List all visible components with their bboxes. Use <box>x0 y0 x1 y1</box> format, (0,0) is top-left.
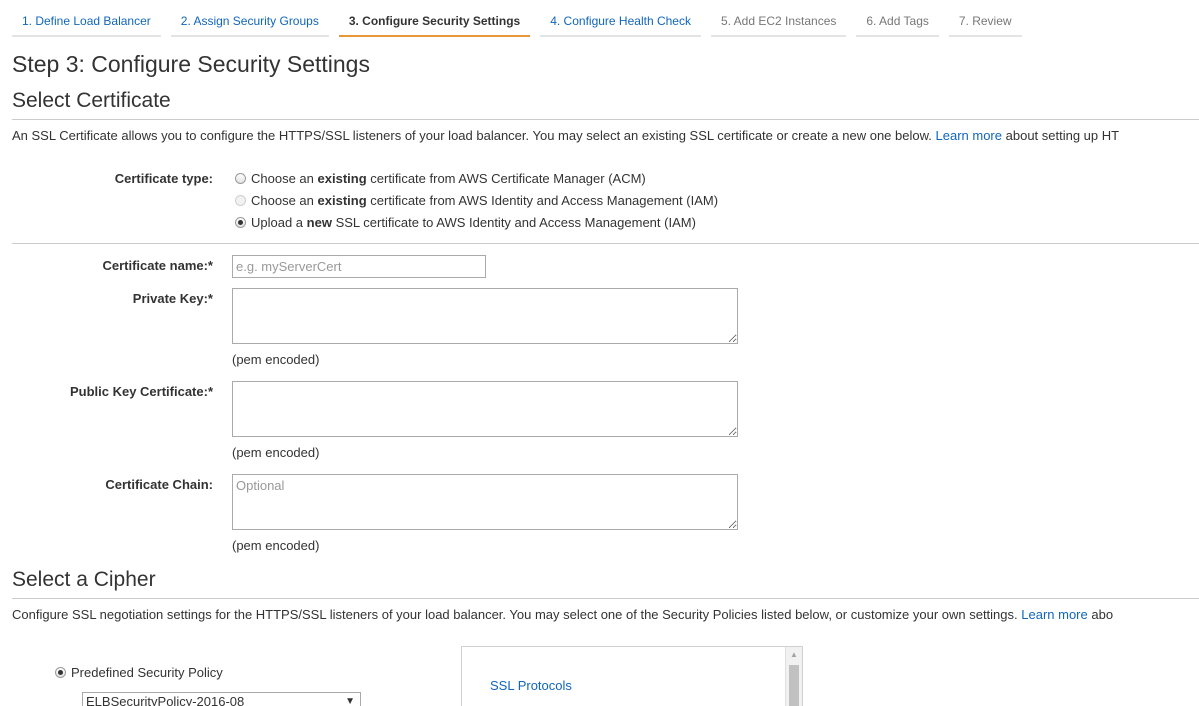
certificate-chain-label: Certificate Chain: <box>105 477 213 492</box>
scrollbar-thumb[interactable] <box>789 665 799 706</box>
radio-iam-existing-label: Choose an existing certificate from AWS … <box>251 193 718 208</box>
cipher-section-divider <box>12 598 1199 599</box>
wizard-step-configure-health-check[interactable]: 4. Configure Health Check <box>540 8 701 37</box>
private-key-textarea[interactable] <box>232 288 738 344</box>
radio-upload-new-label-pre: Upload a <box>251 215 304 230</box>
security-policy-selected-value: ELBSecurityPolicy-2016-08 <box>86 694 245 706</box>
radio-iam-existing <box>235 195 246 206</box>
private-key-hint: (pem encoded) <box>232 352 320 367</box>
page-title: Step 3: Configure Security Settings <box>12 51 370 77</box>
chevron-down-icon: ▼ <box>345 696 355 706</box>
cipher-description: Configure SSL negotiation settings for t… <box>12 607 1113 622</box>
radio-upload-new-label: Upload a new SSL certificate to AWS Iden… <box>251 215 696 230</box>
public-key-certificate-label: Public Key Certificate:* <box>69 384 213 399</box>
certificate-description-text: An SSL Certificate allows you to configu… <box>12 128 932 143</box>
certificate-chain-hint: (pem encoded) <box>232 538 320 553</box>
radio-acm-label-bold: existing <box>317 171 367 186</box>
certificate-description: An SSL Certificate allows you to configu… <box>12 128 1119 143</box>
wizard-step-review: 7. Review <box>948 8 1022 37</box>
wizard-steps: 1. Define Load Balancer 2. Assign Securi… <box>12 8 1032 38</box>
select-cipher-heading: Select a Cipher <box>12 568 156 591</box>
ssl-protocols-link[interactable]: SSL Protocols <box>490 678 572 693</box>
protocols-scrollbar[interactable]: ▲ <box>785 647 802 706</box>
security-policy-select[interactable]: ELBSecurityPolicy-2016-08 ▼ <box>82 692 361 706</box>
cipher-learn-more-link[interactable]: Learn more <box>1021 607 1087 622</box>
certificate-chain-textarea[interactable] <box>232 474 738 530</box>
radio-acm-label-post: certificate from AWS Certificate Manager… <box>370 171 646 186</box>
public-key-certificate-hint: (pem encoded) <box>232 445 320 460</box>
radio-iam-existing-label-post: certificate from AWS Identity and Access… <box>370 193 719 208</box>
radio-option-upload-new[interactable]: Upload a new SSL certificate to AWS Iden… <box>235 215 696 230</box>
radio-acm-label: Choose an existing certificate from AWS … <box>251 171 646 186</box>
public-key-certificate-textarea[interactable] <box>232 381 738 437</box>
form-divider <box>12 243 1199 244</box>
certificate-name-input[interactable] <box>232 255 486 278</box>
certificate-type-label: Certificate type: <box>114 171 213 186</box>
wizard-step-add-ec2-instances: 5. Add EC2 Instances <box>710 8 847 37</box>
radio-upload-new-label-bold: new <box>306 215 332 230</box>
section-divider <box>12 119 1199 120</box>
cipher-description-text: Configure SSL negotiation settings for t… <box>12 607 1018 622</box>
radio-upload-new[interactable] <box>235 217 246 228</box>
wizard-step-configure-security-settings[interactable]: 3. Configure Security Settings <box>338 8 531 37</box>
certificate-name-label: Certificate name:* <box>102 258 213 273</box>
wizard-step-define-load-balancer[interactable]: 1. Define Load Balancer <box>12 8 161 37</box>
ssl-protocols-panel: SSL Protocols ▲ <box>461 646 803 706</box>
radio-option-iam-existing: Choose an existing certificate from AWS … <box>235 193 718 208</box>
private-key-label: Private Key:* <box>132 291 213 306</box>
certificate-description-tail: about setting up HT <box>1005 128 1120 143</box>
radio-iam-existing-label-pre: Choose an <box>251 193 314 208</box>
certificate-learn-more-link[interactable]: Learn more <box>936 128 1002 143</box>
radio-upload-new-label-post: SSL certificate to AWS Identity and Acce… <box>335 215 696 230</box>
select-certificate-heading: Select Certificate <box>12 89 171 112</box>
radio-acm[interactable] <box>235 173 246 184</box>
wizard-step-add-tags: 6. Add Tags <box>856 8 939 37</box>
radio-acm-label-pre: Choose an <box>251 171 314 186</box>
radio-iam-existing-label-bold: existing <box>317 193 367 208</box>
scroll-up-arrow-icon[interactable]: ▲ <box>786 647 802 663</box>
configure-security-settings-page: 1. Define Load Balancer 2. Assign Securi… <box>0 0 1199 706</box>
wizard-step-assign-security-groups[interactable]: 2. Assign Security Groups <box>170 8 329 37</box>
radio-option-acm[interactable]: Choose an existing certificate from AWS … <box>235 171 646 186</box>
radio-predefined-policy[interactable] <box>55 667 66 678</box>
predefined-policy-label: Predefined Security Policy <box>71 665 223 680</box>
predefined-policy-option[interactable]: Predefined Security Policy <box>55 665 223 680</box>
cipher-description-tail: abo <box>1091 607 1114 622</box>
